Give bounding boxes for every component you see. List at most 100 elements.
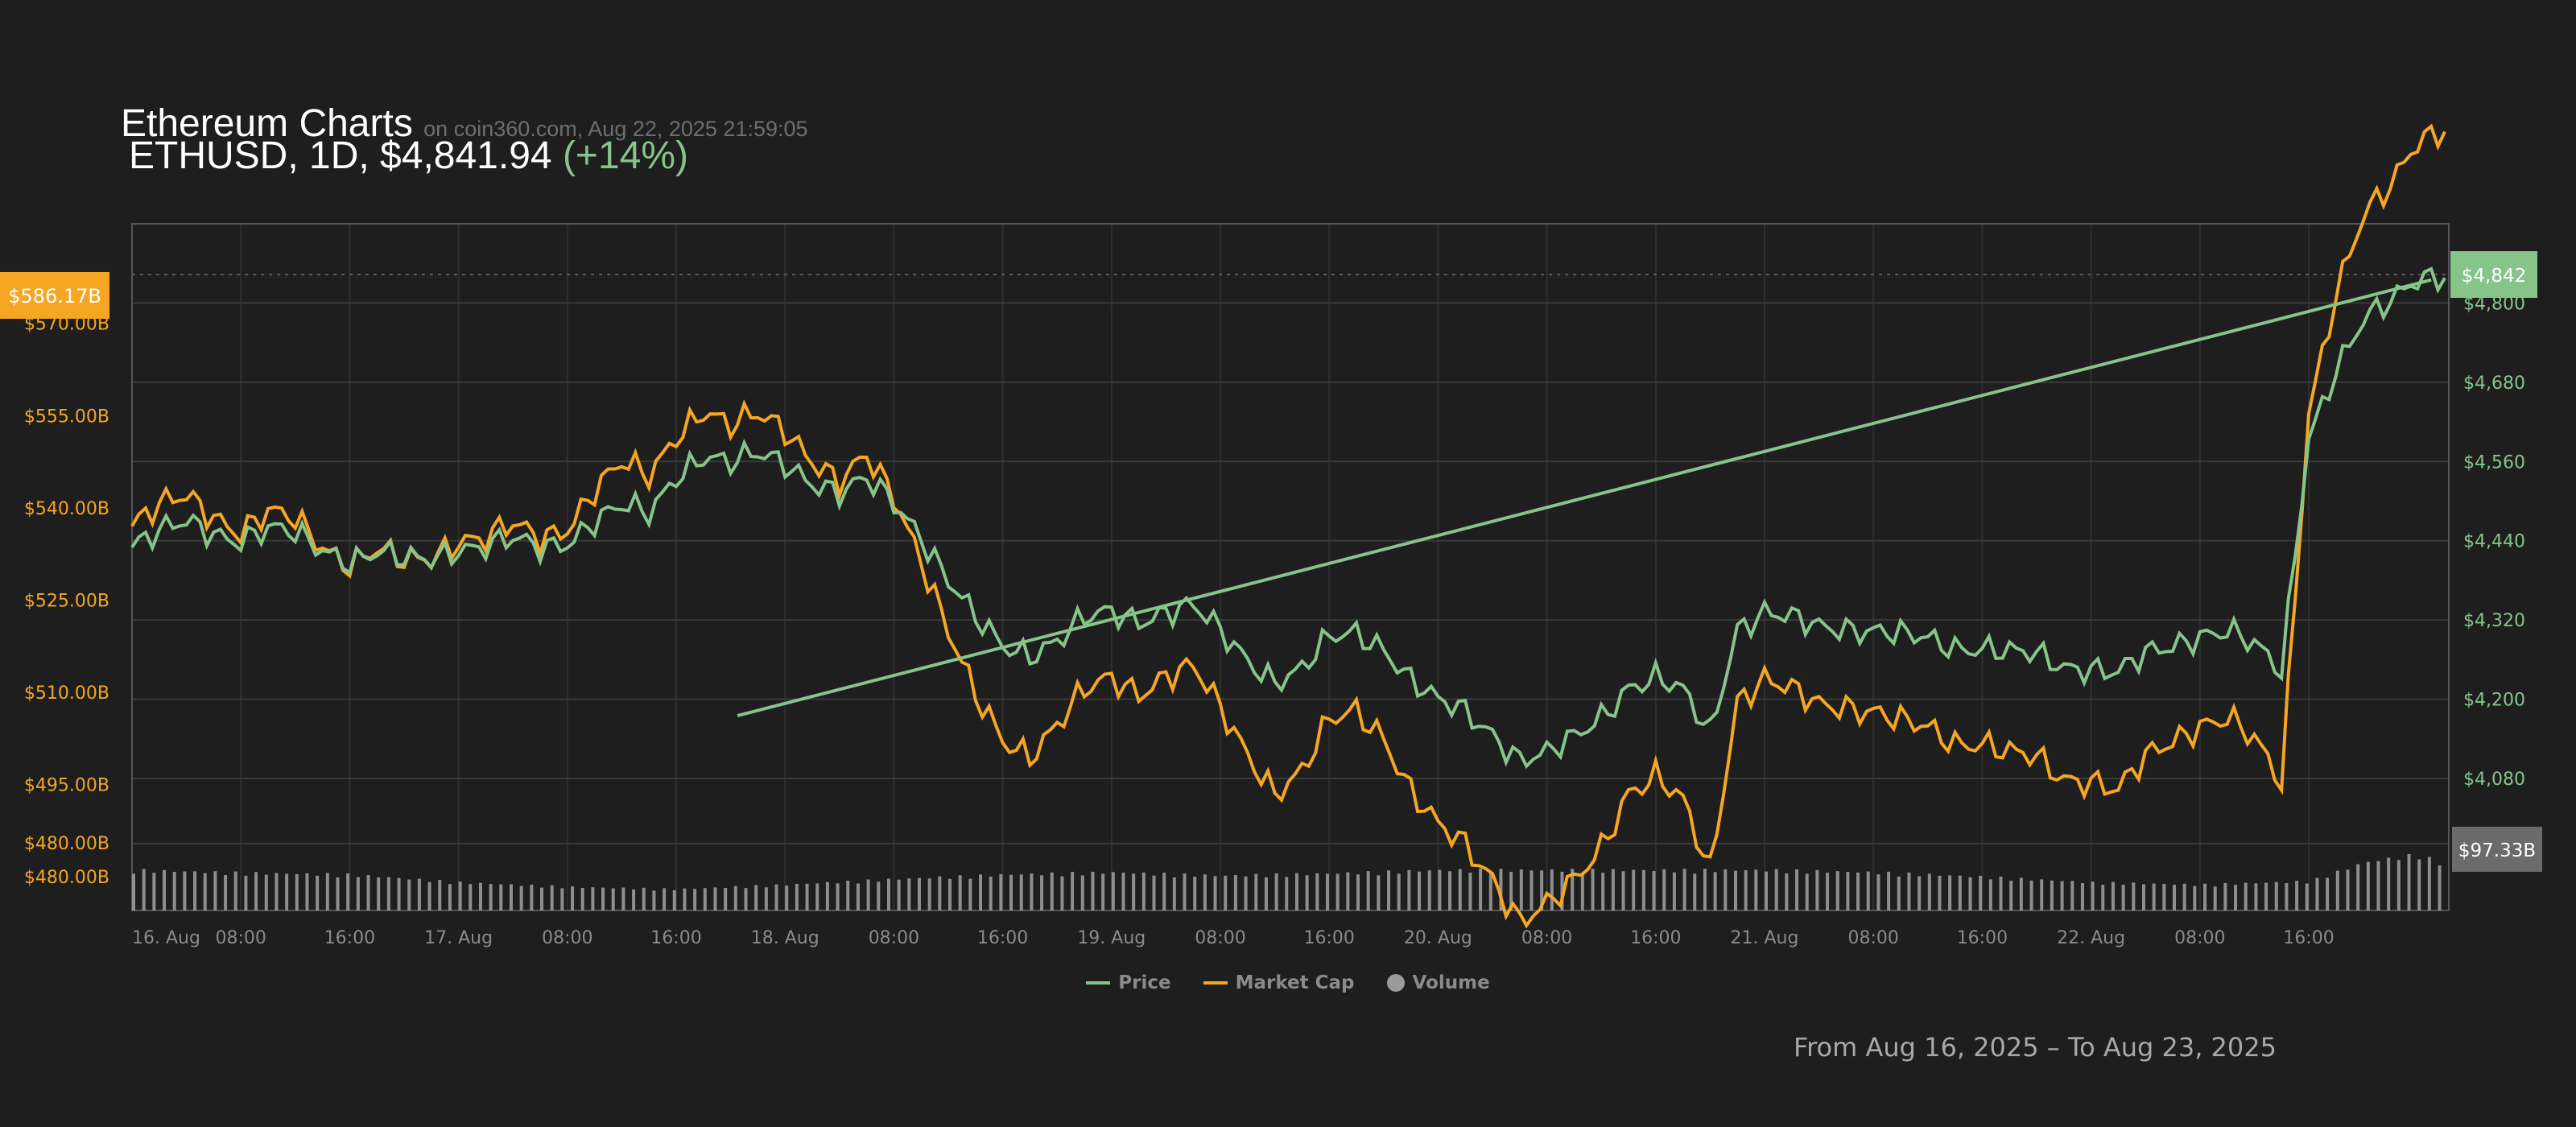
volume-bar: [1611, 869, 1615, 910]
volume-bar: [316, 875, 320, 910]
volume-bar: [1887, 871, 1891, 910]
volume-bar: [264, 874, 268, 910]
volume-bar: [1866, 871, 1870, 910]
x-tick-label: 16:00: [1957, 928, 2008, 948]
volume-bar: [1427, 870, 1431, 910]
volume-bar: [1641, 869, 1645, 910]
market-cap-line: [130, 123, 2446, 929]
plot-frame: [131, 223, 2450, 911]
x-tick-label: 16:00: [324, 928, 375, 948]
volume-bar: [1979, 875, 1983, 910]
volume-bar: [2396, 860, 2401, 910]
volume-bar: [213, 871, 217, 910]
price-line: [130, 266, 2446, 770]
volume-bar: [1366, 871, 1370, 910]
volume-bar: [1407, 869, 1411, 910]
volume-bar: [1101, 873, 1105, 910]
price-swatch: [1086, 981, 1111, 985]
right-tick-label: $4,200: [2463, 691, 2525, 711]
x-tick-label: 08:00: [2174, 928, 2225, 948]
volume-bar: [1856, 872, 1860, 910]
volume-bar: [2111, 881, 2115, 910]
volume-bar: [1968, 877, 1972, 910]
volume-bar: [1019, 874, 1023, 910]
volume-bar: [693, 889, 697, 910]
volume-bar: [336, 877, 340, 910]
volume-bar: [2070, 881, 2074, 910]
x-tick-label: 16:00: [2283, 928, 2334, 948]
volume-bar: [1938, 875, 1942, 910]
volume-bar: [2040, 879, 2044, 910]
volume-bar: [968, 878, 972, 910]
volume-bar: [754, 885, 758, 910]
volume-bar: [2438, 865, 2442, 910]
left-tick-label: $510.00B: [24, 683, 109, 704]
volume-bar: [1294, 873, 1298, 910]
volume-bar: [163, 869, 167, 910]
x-axis-labels: 16. Aug 08:00 16:00 17. Aug 08:00 16:00 18. Au…: [132, 928, 2334, 948]
legend-item-volume[interactable]: Volume: [1386, 972, 1490, 993]
volume-bar: [672, 890, 676, 910]
volume-bar: [1091, 871, 1095, 910]
legend-label-volume: Volume: [1412, 972, 1490, 993]
x-tick-label: 16. Aug: [132, 928, 200, 948]
volume-bar: [203, 873, 207, 910]
volume-bar: [346, 873, 350, 910]
volume-bar: [1999, 876, 2003, 910]
volume-bar: [1183, 873, 1187, 910]
volume-bar: [2326, 877, 2330, 910]
volume-bar: [733, 886, 737, 910]
volume-bar: [1662, 869, 1666, 910]
volume-bar: [1397, 873, 1401, 910]
volume-bar: [305, 873, 309, 910]
volume-bar: [366, 874, 370, 910]
volume-bar: [499, 884, 503, 910]
volume-bar: [489, 884, 493, 910]
volume-bar: [1346, 872, 1350, 910]
trend-line: [737, 278, 2432, 717]
volume-bar: [1193, 876, 1197, 910]
volume-bar: [1876, 874, 1880, 910]
volume-bar: [295, 873, 299, 910]
volume-bar: [417, 878, 421, 910]
left-tick-label: $555.00B: [24, 407, 109, 427]
volume-bar: [836, 883, 840, 910]
volume-bar: [1071, 872, 1075, 910]
volume-bar: [764, 887, 768, 910]
volume-bar: [795, 883, 799, 910]
volume-bar: [560, 888, 564, 910]
volume-bar: [897, 879, 901, 910]
x-tick-label: 18. Aug: [751, 928, 819, 948]
volume-bar: [478, 882, 482, 910]
volume-bar: [1274, 873, 1278, 910]
volume-bar: [1448, 871, 1452, 910]
legend-label-market-cap: Market Cap: [1235, 972, 1355, 993]
legend-item-market-cap[interactable]: Market Cap: [1203, 972, 1355, 993]
left-tick-label: $480.00B: [24, 834, 109, 854]
volume-bar: [172, 872, 176, 910]
volume-bar: [2141, 884, 2145, 910]
volume-bar: [2173, 885, 2176, 910]
volume-bar: [866, 879, 870, 910]
volume-bar: [2305, 883, 2309, 910]
price-badge-text: $4,842: [2462, 266, 2526, 287]
x-tick-label: 08:00: [1195, 928, 1245, 948]
volume-bar: [1325, 873, 1329, 910]
right-axis-labels: $4,080$4,200$4,320$4,440$4,560$4,680$4,8…: [2463, 294, 2525, 790]
left-tick-label: $480.00B: [24, 868, 109, 888]
volume-bar: [2274, 881, 2278, 910]
left-tick-label: $525.00B: [24, 591, 109, 611]
legend-item-price[interactable]: Price: [1086, 972, 1171, 993]
volume-bar: [2295, 881, 2299, 910]
volume-bar: [805, 883, 809, 910]
volume-bar: [2346, 869, 2350, 910]
volume-bar: [1030, 873, 1034, 910]
x-tick-label: 16:00: [977, 928, 1028, 948]
volume-bar: [377, 877, 381, 910]
volume-bar: [1785, 873, 1789, 910]
chart-grid: [132, 224, 2449, 910]
price-badge: $4,842: [2450, 251, 2537, 298]
volume-bar: [1213, 876, 1217, 910]
volume-bar: [1009, 874, 1013, 910]
volume-bar: [1060, 876, 1064, 910]
